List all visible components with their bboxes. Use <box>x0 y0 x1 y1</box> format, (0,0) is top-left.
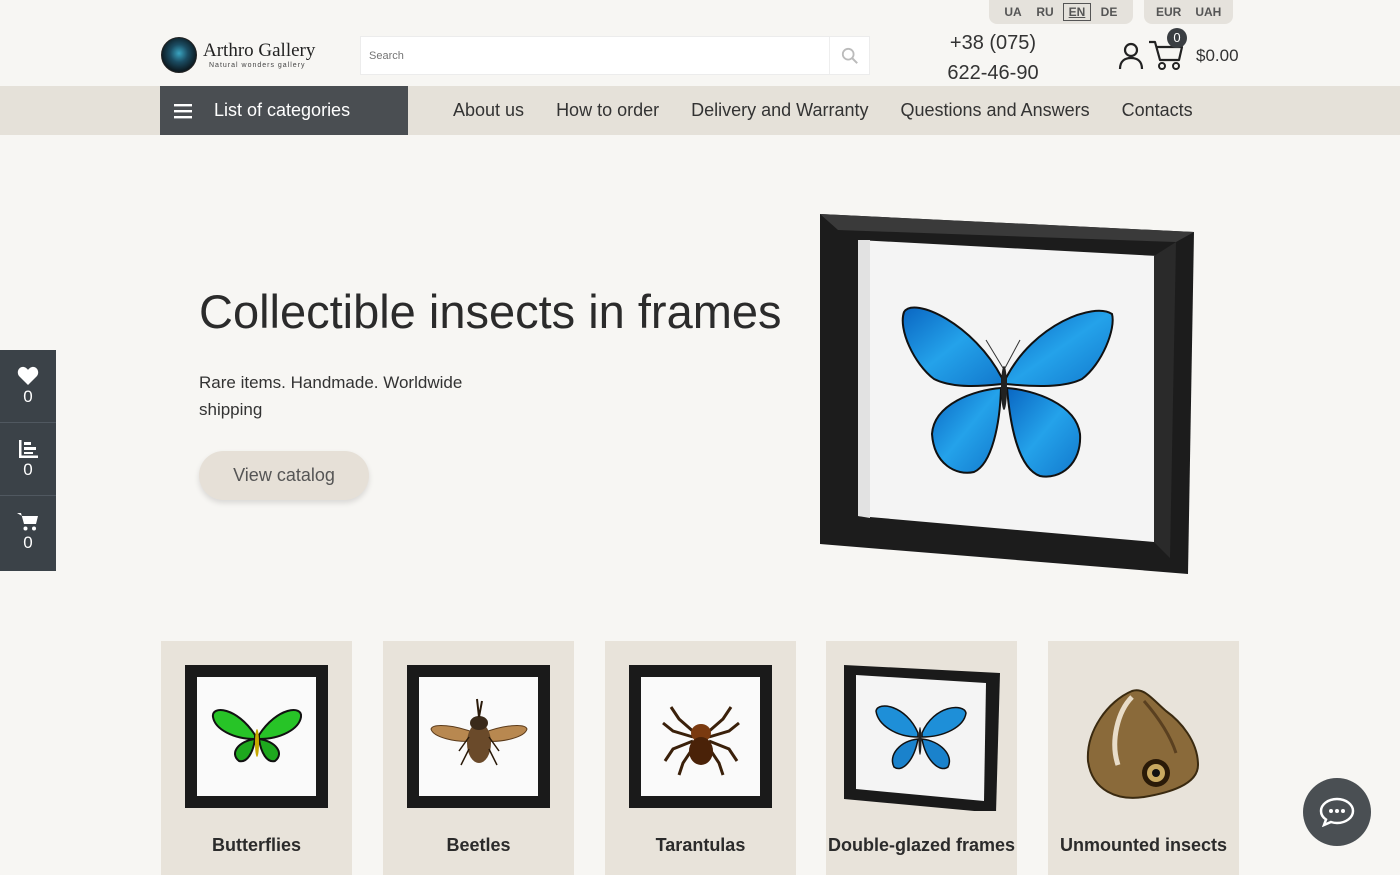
heart-icon <box>17 366 39 385</box>
search-button[interactable] <box>829 37 869 74</box>
view-catalog-button[interactable]: View catalog <box>199 451 369 500</box>
phone-line-1: +38 (075) <box>949 32 1037 54</box>
compare-chart-icon <box>19 439 38 458</box>
shopping-cart-icon <box>17 513 38 531</box>
category-card-beetles[interactable]: Beetles <box>383 641 574 875</box>
category-card-double-glazed[interactable]: Double-glazed frames <box>826 641 1017 875</box>
logo-title: Arthro Gallery <box>203 39 316 61</box>
owl-butterfly-icon <box>1086 689 1200 799</box>
lang-de[interactable]: DE <box>1095 4 1123 20</box>
logo-mark-icon <box>161 37 197 73</box>
category-card-unmounted[interactable]: Unmounted insects <box>1048 641 1239 875</box>
cart-count-badge: 0 <box>1167 28 1187 48</box>
side-cart-button[interactable]: 0 <box>0 496 56 569</box>
phone-number[interactable]: +38 (075) 622-46-90 <box>940 28 1046 88</box>
lang-en[interactable]: EN <box>1063 3 1091 21</box>
chat-bubble-icon <box>1319 797 1355 827</box>
framed-blue-butterfly-image <box>820 214 1194 574</box>
side-cart-count: 0 <box>23 533 33 552</box>
blue-butterfly-double-frame-icon <box>844 665 1000 811</box>
currency-eur[interactable]: EUR <box>1152 4 1185 20</box>
compare-button[interactable]: 0 <box>0 423 56 496</box>
nav-link-about[interactable]: About us <box>437 100 540 121</box>
currency-uah[interactable]: UAH <box>1191 4 1225 20</box>
category-label: Tarantulas <box>655 835 746 855</box>
nav-link-how-to-order[interactable]: How to order <box>540 100 675 121</box>
site-header: Arthro Gallery Natural wonders gallery U… <box>0 0 1400 86</box>
side-toolbar: 0 0 0 <box>0 350 56 571</box>
chat-button[interactable] <box>1303 778 1371 846</box>
cart-total[interactable]: $0.00 <box>1196 46 1239 66</box>
category-label: Unmounted insects <box>1059 835 1228 855</box>
phone-line-2: 622-46-90 <box>947 62 1039 84</box>
nav-links: About us How to order Delivery and Warra… <box>437 86 1209 135</box>
main-nav: List of categories About us How to order… <box>0 86 1400 135</box>
category-label: Beetles <box>446 835 511 855</box>
nav-link-faq[interactable]: Questions and Answers <box>885 100 1106 121</box>
tarantula-frame-icon <box>629 665 772 808</box>
nav-link-contacts[interactable]: Contacts <box>1106 100 1209 121</box>
hero-title: Collectible insects in frames <box>199 285 782 338</box>
category-card-tarantulas[interactable]: Tarantulas <box>605 641 796 875</box>
search-input[interactable] <box>361 37 831 74</box>
currency-switcher: EUR UAH <box>1144 0 1234 24</box>
search-box <box>360 36 870 75</box>
logo[interactable]: Arthro Gallery Natural wonders gallery <box>161 37 315 73</box>
favorites-button[interactable]: 0 <box>0 350 56 423</box>
hamburger-icon <box>174 103 192 118</box>
hero-subtitle: Rare items. Handmade. Worldwide shipping <box>199 373 463 419</box>
lang-ua[interactable]: UA <box>999 4 1027 20</box>
language-switcher: UA RU EN DE <box>989 0 1133 24</box>
search-icon <box>841 47 858 64</box>
compare-count: 0 <box>23 459 33 479</box>
category-label: Double-glazed frames <box>827 835 1016 855</box>
nav-link-delivery[interactable]: Delivery and Warranty <box>675 100 884 121</box>
favorites-count: 0 <box>23 386 33 406</box>
category-label: Butterflies <box>211 835 301 855</box>
categories-menu-button[interactable]: List of categories <box>160 86 408 135</box>
green-butterfly-frame-icon <box>185 665 328 808</box>
lang-ru[interactable]: RU <box>1031 4 1059 20</box>
user-icon[interactable] <box>1118 42 1144 70</box>
logo-tagline: Natural wonders gallery <box>209 61 306 69</box>
category-card-butterflies[interactable]: Butterflies <box>161 641 352 875</box>
beetle-frame-icon <box>407 665 550 808</box>
categories-menu-label: List of categories <box>214 100 351 120</box>
